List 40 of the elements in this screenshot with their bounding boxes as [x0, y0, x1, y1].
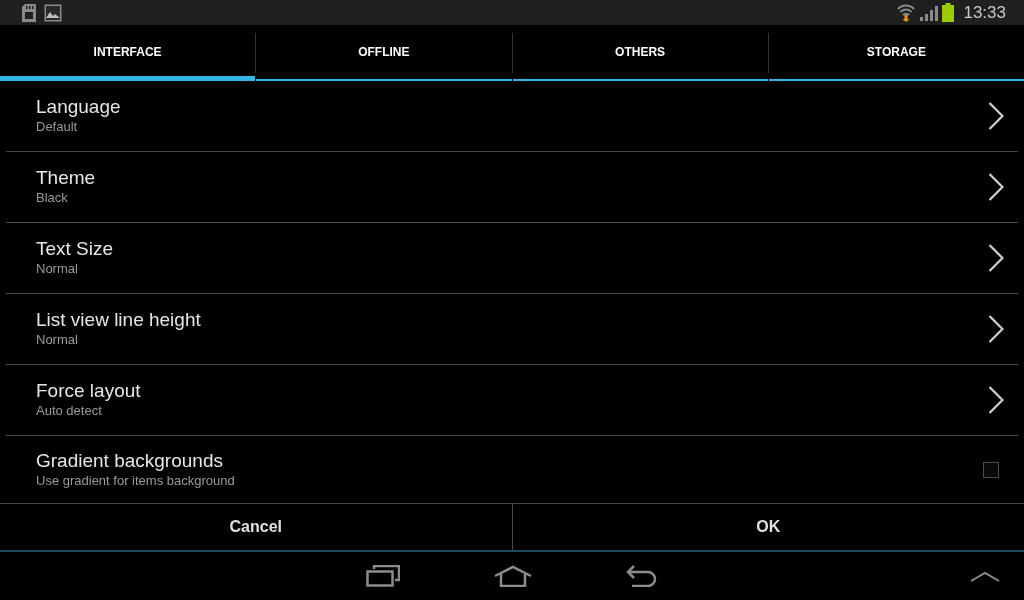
setting-title: Text Size: [36, 238, 115, 262]
tab[interactable]: INTERFACE: [0, 25, 256, 81]
clock-time: 13:33: [963, 4, 1006, 21]
chevron-right-icon: [988, 244, 1004, 272]
wifi-icon: [897, 3, 916, 22]
chevron-up-icon[interactable]: [970, 570, 1000, 582]
setting-summary: Black: [36, 190, 69, 207]
settings-row[interactable]: Language Default: [6, 81, 1018, 152]
settings-row[interactable]: Force layout Auto detect: [6, 365, 1018, 436]
settings-row[interactable]: Gradient backgrounds Use gradient for items background: [6, 436, 1018, 503]
chevron-right-icon: [988, 173, 1004, 201]
back-icon[interactable]: [625, 565, 659, 587]
settings-row[interactable]: List view line height Normal: [6, 294, 1018, 365]
chevron-right-icon: [988, 102, 1004, 130]
settings-row[interactable]: Text Size Normal: [6, 223, 1018, 294]
tab[interactable]: STORAGE: [768, 25, 1024, 81]
tab[interactable]: OFFLINE: [256, 25, 512, 81]
signal-icon: [919, 4, 939, 21]
dialog-button[interactable]: OK: [512, 504, 1024, 550]
sd-card-icon: [22, 3, 36, 22]
setting-title: Force layout: [36, 380, 142, 404]
recent-apps-icon[interactable]: [366, 565, 400, 587]
setting-title: Language: [36, 96, 122, 120]
setting-summary: Default: [36, 119, 79, 136]
setting-title: Theme: [36, 167, 97, 191]
setting-title: List view line height: [36, 309, 202, 333]
home-icon[interactable]: [493, 565, 533, 587]
setting-summary: Use gradient for items background: [36, 472, 236, 489]
image-icon: [44, 3, 62, 22]
chevron-right-icon: [988, 315, 1004, 343]
settings-row[interactable]: Theme Black: [6, 152, 1018, 223]
dialog-button[interactable]: Cancel: [0, 504, 512, 550]
tab[interactable]: OTHERS: [512, 25, 768, 81]
setting-title: Gradient backgrounds: [36, 449, 224, 473]
checkbox[interactable]: [983, 461, 999, 478]
battery-icon: [942, 3, 955, 22]
setting-summary: Auto detect: [36, 403, 103, 420]
setting-summary: Normal: [36, 261, 79, 278]
setting-summary: Normal: [36, 332, 79, 349]
chevron-right-icon: [988, 386, 1004, 414]
